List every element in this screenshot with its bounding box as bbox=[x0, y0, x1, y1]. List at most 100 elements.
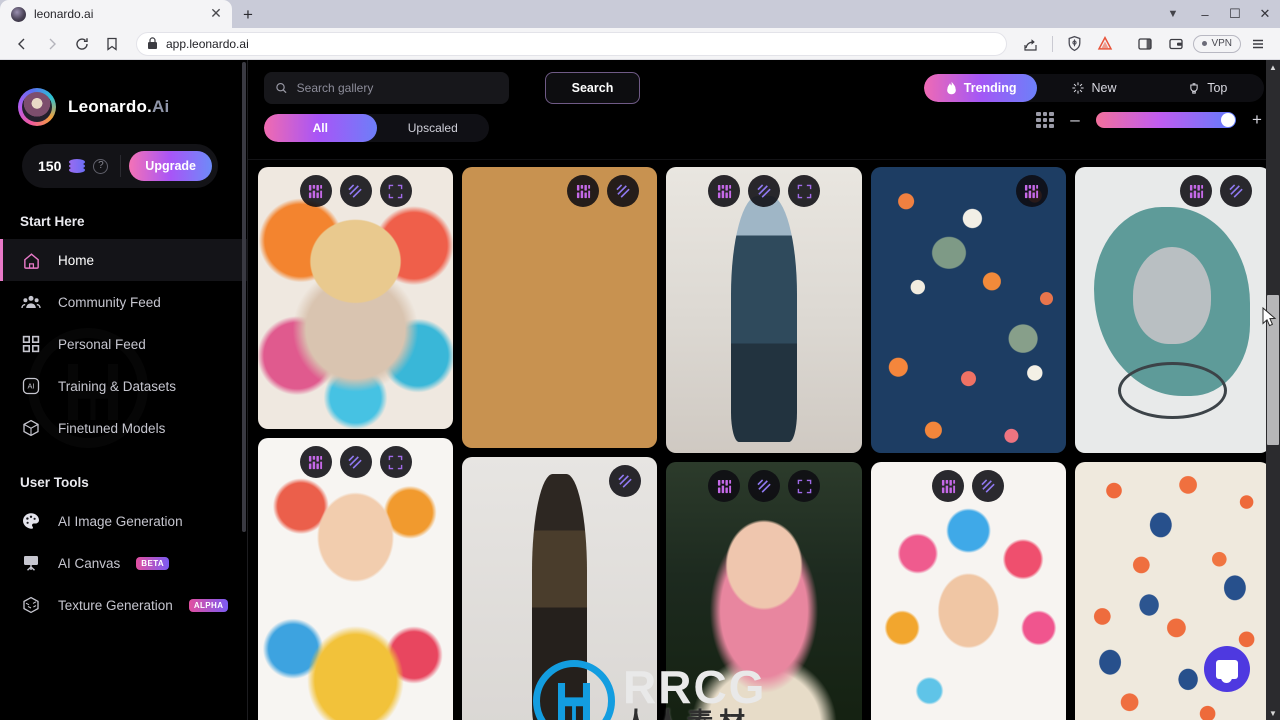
new-tab-button[interactable]: + bbox=[234, 2, 262, 28]
sidebar-item-training-datasets[interactable]: AI Training & Datasets bbox=[0, 365, 247, 407]
gallery-card-girl-blue-glasses-backpack[interactable] bbox=[258, 438, 454, 720]
window-close-button[interactable]: ✕ bbox=[1250, 0, 1280, 28]
gallery-card-rainbow-hair-doll-portrait[interactable] bbox=[870, 462, 1066, 720]
expand-fullscreen-icon[interactable] bbox=[379, 175, 412, 207]
remix-grid-icon[interactable] bbox=[932, 470, 965, 502]
remix-grid-icon[interactable] bbox=[1015, 175, 1048, 207]
brave-shield-icon[interactable] bbox=[1060, 31, 1088, 57]
remix-grid-icon[interactable] bbox=[1180, 175, 1213, 207]
artwork-image bbox=[258, 438, 454, 720]
sidebar-item-ai-image-generation[interactable]: AI Image Generation bbox=[0, 500, 247, 542]
brave-lion-icon[interactable] bbox=[1091, 31, 1119, 57]
upgrade-button[interactable]: Upgrade bbox=[129, 151, 212, 181]
gallery-card-orange-floral-blue-pattern[interactable] bbox=[870, 167, 1066, 453]
search-input[interactable] bbox=[296, 81, 498, 95]
gallery-card-dark-haired-warrior-sheet[interactable] bbox=[462, 457, 658, 720]
alpha-badge: ALPHA bbox=[188, 598, 229, 612]
sidebar-item-label: Community Feed bbox=[58, 294, 161, 310]
sort-tabs: Trending New Top bbox=[924, 74, 1264, 102]
sidebar-item-label: Texture Generation bbox=[58, 597, 173, 613]
credits-panel: 150 ? Upgrade bbox=[22, 144, 218, 188]
sidebar-item-ai-canvas[interactable]: AI Canvas BETA bbox=[0, 542, 247, 584]
sidebar-item-personal-feed[interactable]: Personal Feed bbox=[0, 323, 247, 365]
upscale-lines-icon[interactable] bbox=[1220, 175, 1253, 207]
browser-window: leonardo.ai ✕ + ▼ – ☐ ✕ app.leonardo.ai bbox=[0, 0, 1280, 720]
filter-tab-upscaled[interactable]: Upscaled bbox=[377, 114, 490, 142]
scroll-down-arrow-icon[interactable]: ▼ bbox=[1266, 706, 1280, 720]
gallery-column bbox=[258, 167, 454, 720]
remix-grid-icon[interactable] bbox=[567, 175, 600, 207]
scrollbar-thumb[interactable] bbox=[1267, 295, 1279, 445]
upscale-lines-icon[interactable] bbox=[607, 175, 640, 207]
gallery-card-egyptian-hieroglyph-papyrus[interactable] bbox=[462, 167, 658, 448]
forward-arrow-icon[interactable] bbox=[38, 31, 66, 57]
scroll-up-arrow-icon[interactable]: ▲ bbox=[1266, 60, 1280, 74]
tab-search-chevron-down-icon[interactable]: ▼ bbox=[1156, 0, 1190, 28]
zoom-slider[interactable] bbox=[1096, 112, 1236, 128]
browser-toolbar: app.leonardo.ai VPN bbox=[0, 28, 1280, 60]
remix-grid-icon[interactable] bbox=[299, 446, 332, 478]
zoom-in-button[interactable]: + bbox=[1250, 111, 1264, 128]
brand-header[interactable]: Leonardo.Ai bbox=[0, 60, 247, 126]
upscale-lines-icon[interactable] bbox=[748, 175, 780, 207]
expand-fullscreen-icon[interactable] bbox=[788, 175, 820, 207]
upscale-lines-icon[interactable] bbox=[972, 470, 1005, 502]
upscale-lines-icon[interactable] bbox=[339, 446, 372, 478]
expand-fullscreen-icon[interactable] bbox=[788, 470, 820, 502]
upscale-lines-icon[interactable] bbox=[609, 465, 642, 497]
gallery-card-colorful-lion-sunglasses[interactable] bbox=[258, 167, 454, 429]
window-minimize-button[interactable]: – bbox=[1190, 0, 1220, 28]
tab-close-icon[interactable]: ✕ bbox=[208, 6, 224, 22]
brave-wallet-icon[interactable] bbox=[1162, 31, 1190, 57]
back-arrow-icon[interactable] bbox=[8, 31, 36, 57]
question-mark-icon[interactable]: ? bbox=[93, 158, 109, 174]
sidebar-section-user-tools: User Tools bbox=[20, 475, 89, 490]
sidebar-scrollbar[interactable] bbox=[242, 62, 246, 532]
sidebar-item-community-feed[interactable]: Community Feed bbox=[0, 281, 247, 323]
vpn-button[interactable]: VPN bbox=[1193, 34, 1241, 53]
card-action-bar bbox=[666, 470, 861, 502]
sidebar-item-label: Personal Feed bbox=[58, 336, 146, 352]
remix-grid-icon[interactable] bbox=[299, 175, 332, 207]
reload-icon[interactable] bbox=[68, 31, 96, 57]
remix-grid-icon[interactable] bbox=[708, 470, 740, 502]
tab-strip: leonardo.ai ✕ + ▼ – ☐ ✕ bbox=[0, 0, 1280, 28]
filter-tab-all[interactable]: All bbox=[264, 114, 377, 142]
search-button[interactable]: Search bbox=[545, 72, 640, 104]
card-action-bar bbox=[258, 446, 453, 478]
gallery-card-blue-haired-fantasy-warrior[interactable] bbox=[666, 167, 862, 453]
zoom-slider-knob[interactable] bbox=[1221, 113, 1235, 127]
sidebar-item-home[interactable]: Home bbox=[0, 239, 247, 281]
card-action-bar bbox=[258, 175, 453, 207]
sidebar-item-label: Training & Datasets bbox=[58, 378, 177, 394]
search-gallery-field[interactable] bbox=[264, 72, 509, 104]
gallery-card-koala-riding-bicycle[interactable] bbox=[1074, 167, 1271, 453]
sidebar-item-texture-generation[interactable]: Texture Generation ALPHA bbox=[0, 584, 247, 626]
sidebar-panel-icon[interactable] bbox=[1131, 31, 1159, 57]
artwork-image bbox=[870, 167, 1066, 453]
page-scrollbar[interactable]: ▲ ▼ bbox=[1266, 60, 1280, 720]
expand-fullscreen-icon[interactable] bbox=[379, 446, 412, 478]
zoom-out-button[interactable]: – bbox=[1068, 111, 1082, 128]
home-icon bbox=[20, 249, 42, 271]
remix-grid-icon[interactable] bbox=[708, 175, 740, 207]
gallery-toolbar: Search All Upscaled Trending New bbox=[248, 60, 1280, 160]
hamburger-menu-icon[interactable] bbox=[1244, 31, 1272, 57]
intercom-chat-button[interactable] bbox=[1204, 646, 1250, 692]
sidebar-item-finetuned-models[interactable]: Finetuned Models bbox=[0, 407, 247, 449]
upscale-lines-icon[interactable] bbox=[748, 470, 780, 502]
address-bar[interactable]: app.leonardo.ai bbox=[136, 31, 1008, 56]
sort-tab-new[interactable]: New bbox=[1037, 74, 1150, 102]
window-maximize-button[interactable]: ☐ bbox=[1220, 0, 1250, 28]
grid-layout-icon[interactable] bbox=[1036, 112, 1054, 128]
gallery-card-pink-haired-elf-forest[interactable] bbox=[666, 462, 862, 720]
sort-tab-trending[interactable]: Trending bbox=[924, 74, 1038, 102]
share-icon[interactable] bbox=[1017, 31, 1045, 57]
canvas-easel-icon bbox=[20, 552, 42, 574]
card-action-bar bbox=[462, 465, 657, 497]
browser-tab[interactable]: leonardo.ai ✕ bbox=[0, 0, 232, 28]
bookmark-icon[interactable] bbox=[98, 31, 126, 57]
upscale-lines-icon[interactable] bbox=[339, 175, 372, 207]
gallery-columns bbox=[258, 167, 1271, 720]
sort-tab-top[interactable]: Top bbox=[1151, 74, 1264, 102]
